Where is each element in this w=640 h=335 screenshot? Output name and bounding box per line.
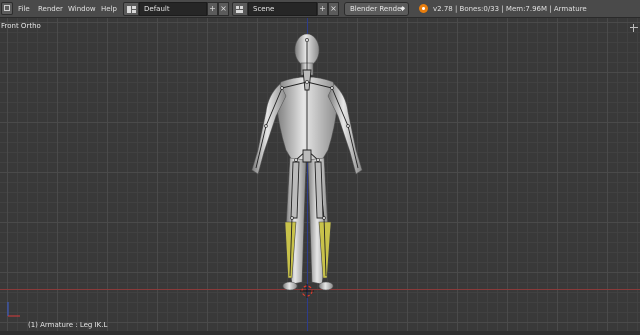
3d-cursor-icon[interactable] [300,284,314,298]
active-object-label: (1) Armature : Leg IK.L [28,321,108,329]
viewport-bottom-edge [0,331,640,335]
axis-gizmo-icon [7,302,20,317]
armature-bones[interactable] [255,40,359,277]
armature-figure [7,33,363,317]
